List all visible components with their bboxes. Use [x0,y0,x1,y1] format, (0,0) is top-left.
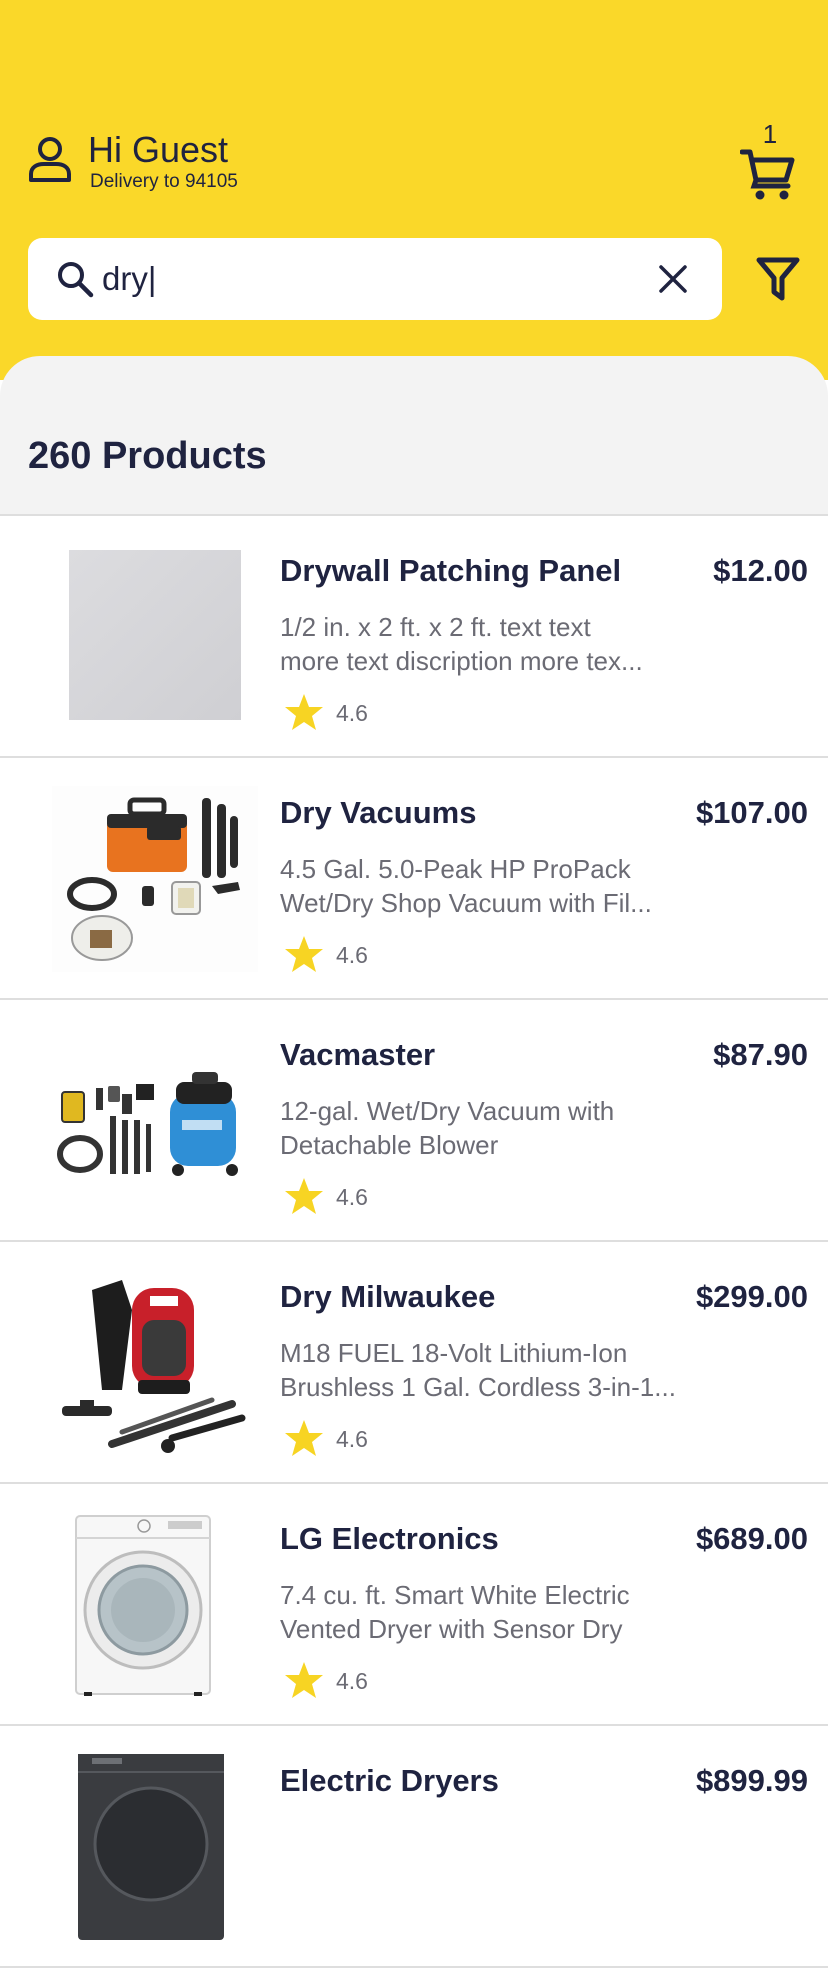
star-icon [285,1662,323,1698]
product-image [75,1515,211,1696]
search-icon [58,262,94,298]
product-card[interactable]: LG Electronics $689.00 7.4 cu. ft. Smart… [0,1484,828,1726]
rating-value: 4.6 [336,700,368,726]
description-line: Wet/Dry Shop Vacuum with Fil... [280,888,652,918]
close-icon[interactable] [658,264,688,294]
product-image [62,1280,246,1453]
product-name[interactable]: Electric Dryers [280,1762,499,1800]
product-card[interactable]: Vacmaster $87.90 12-gal. Wet/Dry Vacuum … [0,1000,828,1242]
product-card[interactable]: Dry Vacuums $107.00 4.5 Gal. 5.0-Peak HP… [0,758,828,1000]
description-line: Vented Dryer with Sensor Dry [280,1614,623,1644]
description-line: M18 FUEL 18-Volt Lithium-Ion [280,1338,628,1368]
star-icon [285,936,323,972]
product-name[interactable]: Drywall Patching Panel [280,552,621,590]
description-line: more text discription more tex... [280,646,643,676]
rating-value: 4.6 [336,1184,368,1210]
product-card[interactable]: Drywall Patching Panel $12.00 1/2 in. x … [0,516,828,758]
product-image [57,1072,238,1176]
cart-count-badge: 1 [762,119,778,149]
cart-icon [740,149,795,200]
product-description: M18 FUEL 18-Volt Lithium-Ion Brushless 1… [280,1336,700,1404]
description-line: 1/2 in. x 2 ft. x 2 ft. text text [280,612,591,642]
product-price: $12.00 [713,553,808,588]
rating-value: 4.6 [336,1426,368,1452]
product-description: 4.5 Gal. 5.0-Peak HP ProPack Wet/Dry Sho… [280,852,700,920]
product-price: $899.99 [695,1763,808,1798]
search-bar [28,238,722,320]
app-header: Hi Guest Delivery to 94105 1 [0,0,828,380]
product-card[interactable]: Electric Dryers $899.99 [0,1726,828,1968]
description-line: Brushless 1 Gal. Cordless 3-in-1... [280,1372,676,1402]
delivery-location[interactable]: Delivery to 94105 [90,170,238,194]
product-image [52,786,258,972]
greeting-row: Hi Guest Delivery to 94105 1 [28,120,800,200]
star-icon [285,694,323,730]
product-name[interactable]: Vacmaster [280,1036,435,1074]
cart-button[interactable]: 1 [740,120,800,200]
star-icon [285,1178,323,1214]
user-icon[interactable] [28,136,72,182]
product-price: $299.00 [695,1279,808,1314]
product-list: Drywall Patching Panel $12.00 1/2 in. x … [0,514,828,1968]
greeting-title: Hi Guest [88,129,229,170]
product-price: $107.00 [695,795,808,830]
rating-value: 4.6 [336,942,368,968]
product-name[interactable]: Dry Vacuums [280,794,476,832]
description-line: Detachable Blower [280,1130,499,1160]
rating-value: 4.6 [336,1668,368,1694]
star-icon [285,1420,323,1456]
description-line: 7.4 cu. ft. Smart White Electric [280,1580,630,1610]
filter-icon[interactable] [756,256,800,302]
product-image [78,1754,224,1940]
description-line: 4.5 Gal. 5.0-Peak HP ProPack [280,854,631,884]
product-description: 12-gal. Wet/Dry Vacuum with Detachable B… [280,1094,700,1162]
product-card[interactable]: Dry Milwaukee $299.00 M18 FUEL 18-Volt L… [0,1242,828,1484]
product-name[interactable]: LG Electronics [280,1520,499,1558]
product-price: $689.00 [695,1521,808,1556]
description-line: 12-gal. Wet/Dry Vacuum with [280,1096,615,1126]
product-description: 1/2 in. x 2 ft. x 2 ft. text text more t… [280,610,700,678]
result-count: 260 Products [28,435,267,477]
search-input[interactable] [102,252,622,306]
product-image [69,550,241,720]
product-price: $87.90 [713,1037,808,1072]
product-description: 7.4 cu. ft. Smart White Electric Vented … [280,1578,700,1646]
product-name[interactable]: Dry Milwaukee [280,1278,495,1316]
